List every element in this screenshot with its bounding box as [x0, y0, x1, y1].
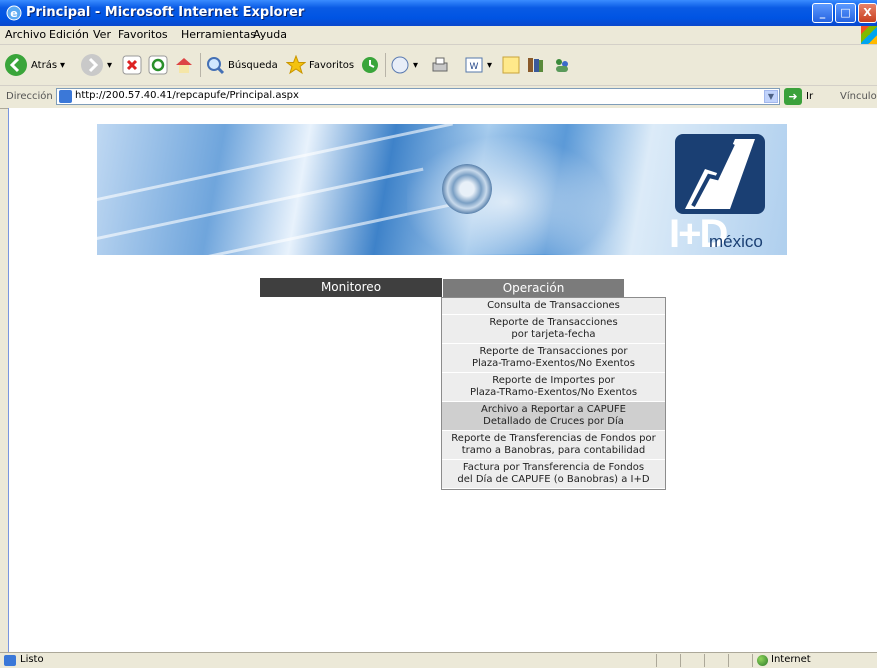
wheel-image	[442, 164, 492, 214]
star-icon	[286, 55, 306, 75]
operacion-dropdown: Consulta de Transacciones Reporte de Tra…	[441, 297, 666, 490]
go-button[interactable]: Ir	[806, 91, 813, 102]
svg-text:W: W	[470, 62, 479, 72]
menu-herramientas[interactable]: Herramientas	[181, 28, 256, 41]
forward-dropdown-icon[interactable]: ▾	[107, 60, 112, 71]
tab-monitoreo[interactable]: Monitoreo	[260, 278, 442, 297]
title-bar: e Principal - Microsoft Internet Explore…	[0, 0, 877, 26]
tab-operacion[interactable]: Operación	[442, 278, 625, 297]
menu-edicion[interactable]: Edición	[49, 28, 89, 41]
word-icon: W	[465, 57, 483, 73]
forward-arrow-icon	[81, 54, 103, 76]
menu-ayuda[interactable]: Ayuda	[253, 28, 287, 41]
back-button[interactable]: Atrás ▾	[4, 51, 65, 79]
search-button[interactable]: Búsqueda	[205, 51, 278, 79]
menu-item-reporte-importes[interactable]: Reporte de Importes por Plaza-TRamo-Exen…	[442, 373, 665, 402]
address-input[interactable]: http://200.57.40.41/repcapufe/Principal.…	[56, 88, 780, 105]
menu-bar: Archivo Edición Ver Favoritos Herramient…	[0, 26, 877, 45]
history-button[interactable]	[360, 51, 380, 79]
logo-subtitle: méxico	[709, 232, 763, 251]
car-image	[407, 124, 627, 254]
messenger-icon	[556, 59, 568, 72]
home-button[interactable]	[174, 51, 194, 79]
page-status-icon	[4, 655, 16, 666]
security-zone: Internet	[771, 654, 811, 665]
chevron-down-icon[interactable]: ▼	[764, 90, 778, 103]
menu-item-reporte-tarjeta-fecha[interactable]: Reporte de Transacciones por tarjeta-fec…	[442, 315, 665, 344]
address-bar: Dirección http://200.57.40.41/repcapufe/…	[0, 86, 877, 109]
menu-archivo[interactable]: Archivo	[5, 28, 46, 41]
header-banner: I+D méxico	[97, 124, 787, 255]
minimize-button[interactable]: _	[812, 3, 833, 23]
main-menu: Monitoreo Operación	[260, 278, 625, 298]
address-label: Dirección	[6, 91, 53, 102]
url-text[interactable]: http://200.57.40.41/repcapufe/Principal.…	[75, 90, 299, 101]
status-text: Listo	[20, 654, 44, 665]
status-bar: Listo Internet	[0, 652, 877, 668]
windows-logo-icon	[861, 26, 877, 44]
refresh-button[interactable]	[148, 51, 168, 79]
edit-dropdown-icon[interactable]: ▾	[487, 60, 492, 71]
stop-icon	[122, 55, 142, 75]
discuss-button[interactable]	[501, 51, 521, 79]
go-arrow-icon[interactable]: ➜	[784, 88, 802, 105]
page-content: I+D méxico Monitoreo Operación Consulta …	[8, 108, 877, 652]
internet-globe-icon	[757, 655, 768, 666]
messenger-button[interactable]	[552, 51, 572, 79]
window-title: Principal - Microsoft Internet Explorer	[26, 5, 305, 20]
history-icon	[362, 57, 378, 73]
menu-item-transferencias-banobras[interactable]: Reporte de Transferencias de Fondos por …	[442, 431, 665, 460]
forward-button[interactable]: ▾	[80, 51, 112, 79]
menu-item-factura-transferencia[interactable]: Factura por Transferencia de Fondos del …	[442, 460, 665, 489]
menu-item-reporte-transacciones-plaza[interactable]: Reporte de Transacciones por Plaza-Tramo…	[442, 344, 665, 373]
research-button[interactable]	[525, 51, 545, 79]
home-icon	[176, 58, 192, 73]
books-icon	[528, 58, 543, 72]
mail-dropdown-icon[interactable]: ▾	[413, 60, 418, 71]
edit-button[interactable]: W ▾	[464, 51, 492, 79]
menu-ver[interactable]: Ver	[93, 28, 111, 41]
stop-button[interactable]	[122, 51, 142, 79]
links-button[interactable]: Vínculos	[840, 91, 877, 102]
print-button[interactable]	[430, 51, 450, 79]
back-dropdown-icon[interactable]: ▾	[60, 60, 65, 71]
id-logo-icon	[675, 134, 765, 214]
maximize-button[interactable]: □	[835, 3, 856, 23]
note-icon	[502, 56, 520, 74]
mail-button[interactable]: ▾	[390, 51, 418, 79]
svg-text:e: e	[10, 7, 17, 20]
favorites-button[interactable]: Favoritos	[286, 51, 354, 79]
mail-icon	[391, 56, 409, 74]
page-icon	[59, 90, 72, 103]
refresh-icon	[148, 55, 168, 75]
search-icon	[207, 57, 225, 75]
print-icon	[432, 57, 448, 72]
menu-favoritos[interactable]: Favoritos	[118, 28, 168, 41]
ie-icon: e	[6, 5, 22, 21]
back-arrow-icon	[5, 54, 27, 76]
close-button[interactable]: X	[858, 3, 877, 23]
toolbar: Atrás ▾ ▾ Búsqueda Favoritos ▾ W ▾	[0, 45, 877, 86]
menu-item-archivo-capufe[interactable]: Archivo a Reportar a CAPUFE Detallado de…	[442, 402, 665, 431]
menu-item-consulta-transacciones[interactable]: Consulta de Transacciones	[442, 298, 665, 315]
